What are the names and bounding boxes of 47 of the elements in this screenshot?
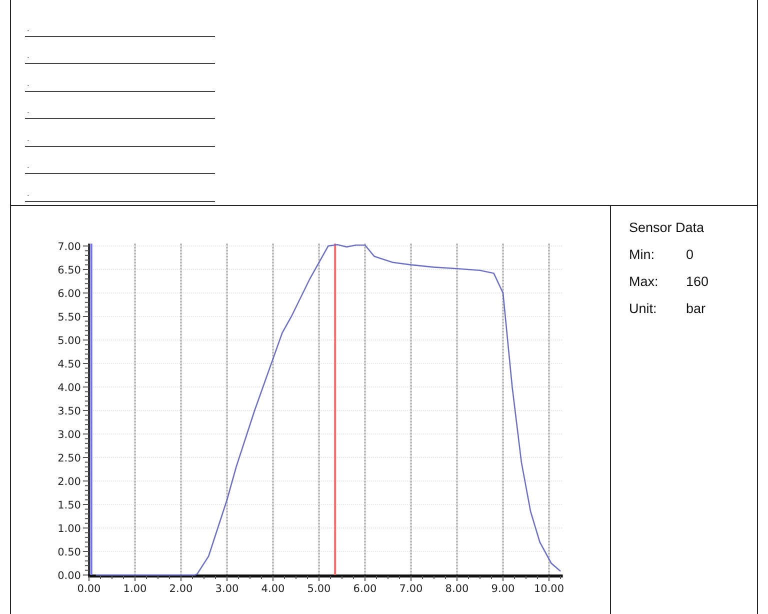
tick-label: 4.50 [58, 358, 81, 370]
tick-label: 4.00 [58, 382, 81, 394]
fill-in-line[interactable] [25, 62, 215, 64]
line-label: . [27, 24, 30, 32]
tick-label: 10.00 [534, 583, 564, 595]
tick-label: 1.50 [58, 500, 81, 512]
fill-in-line[interactable] [25, 200, 215, 202]
line-label: . [27, 162, 30, 170]
tick-label: 5.00 [58, 335, 81, 347]
tick-label: 2.50 [58, 452, 81, 464]
line-label: . [27, 190, 30, 198]
tick-label: 3.00 [58, 429, 81, 441]
field-label: Unit: [629, 301, 658, 316]
tick-label: 9.00 [491, 583, 515, 595]
panel-title: Sensor Data [629, 220, 706, 235]
fill-in-line[interactable] [25, 172, 215, 174]
tick-label: 7.00 [58, 241, 81, 253]
fill-in-line[interactable] [25, 117, 215, 119]
field-label: Max: [629, 274, 660, 289]
line-label: . [27, 80, 30, 88]
field-value: 0 [686, 247, 694, 262]
tick-label: 2.00 [58, 476, 81, 488]
tick-label: 1.00 [123, 583, 147, 595]
tick-label: 4.00 [261, 583, 285, 595]
tick-label: 3.50 [58, 406, 81, 418]
tick-label: 7.00 [399, 583, 423, 595]
tick-label: 0.00 [77, 583, 101, 595]
line-label: . [27, 107, 30, 115]
tick-label: 5.50 [58, 312, 81, 324]
line-label: . [27, 134, 30, 142]
field-label: Min: [629, 247, 656, 262]
tick-label: 0.50 [58, 546, 81, 558]
tick-label: 6.00 [353, 583, 377, 595]
fill-in-line[interactable] [25, 34, 215, 36]
tick-label: 1.00 [58, 523, 81, 535]
line-label: . [27, 52, 30, 60]
tick-label: 5.00 [307, 583, 331, 595]
tick-label: 8.00 [445, 583, 469, 595]
tick-label: 3.00 [215, 583, 239, 595]
tick-label: 2.00 [169, 583, 193, 595]
tick-label: 6.50 [58, 264, 81, 276]
field-value: 160 [686, 274, 709, 289]
tick-label: 6.00 [58, 288, 81, 300]
field-value: bar [686, 301, 706, 316]
fill-in-line[interactable] [25, 90, 215, 92]
fill-in-line[interactable] [25, 144, 215, 146]
tick-label: 0.00 [58, 570, 81, 582]
